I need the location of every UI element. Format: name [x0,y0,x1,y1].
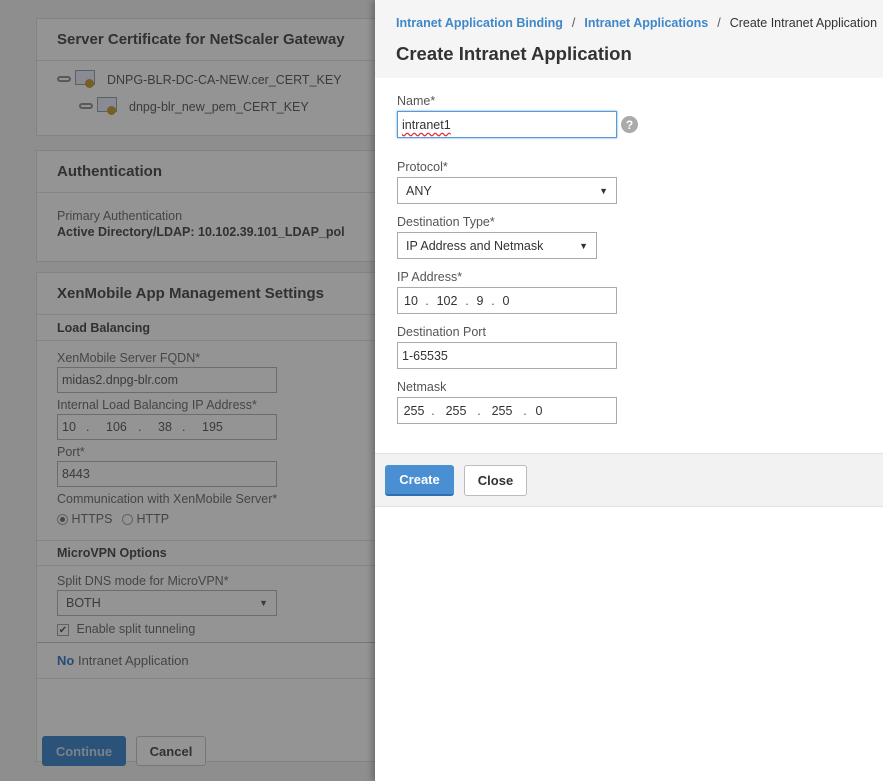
breadcrumb-current: Create Intranet Application [729,16,878,30]
netmask-input[interactable]: 255. 255. 255. 0 [397,397,617,424]
chevron-down-icon: ▼ [579,240,588,251]
ip-address-input[interactable]: 10. 102. 9. 0 [397,287,617,314]
name-label: Name* [397,94,436,108]
netmask-label: Netmask [397,380,447,394]
breadcrumb-intranet-app-binding[interactable]: Intranet Application Binding [396,16,563,30]
destination-port-label: Destination Port [397,325,486,339]
destination-type-select[interactable]: IP Address and Netmask ▼ [397,232,597,259]
name-input[interactable]: intranet1 [397,111,617,138]
breadcrumb-intranet-applications[interactable]: Intranet Applications [584,16,708,30]
chevron-down-icon: ▼ [599,185,608,196]
protocol-select[interactable]: ANY ▼ [397,177,617,204]
destination-port-input[interactable]: 1-65535 [397,342,617,369]
panel-footer: Create Close [375,453,883,507]
ip-address-label: IP Address* [397,270,463,284]
close-button[interactable]: Close [464,465,527,496]
panel-header: Intranet Application Binding / Intranet Ap… [375,0,883,78]
help-icon[interactable]: ? [621,116,638,133]
breadcrumb: Intranet Application Binding / Intranet Ap… [396,16,878,30]
protocol-label: Protocol* [397,160,448,174]
page-title: Create Intranet Application [396,43,632,64]
intranet-app-form: Name* intranet1 ? Protocol* ANY ▼ Destin… [375,78,883,424]
create-button[interactable]: Create [385,465,454,496]
create-intranet-app-panel: Intranet Application Binding / Intranet Ap… [375,0,883,781]
destination-type-label: Destination Type* [397,215,495,229]
